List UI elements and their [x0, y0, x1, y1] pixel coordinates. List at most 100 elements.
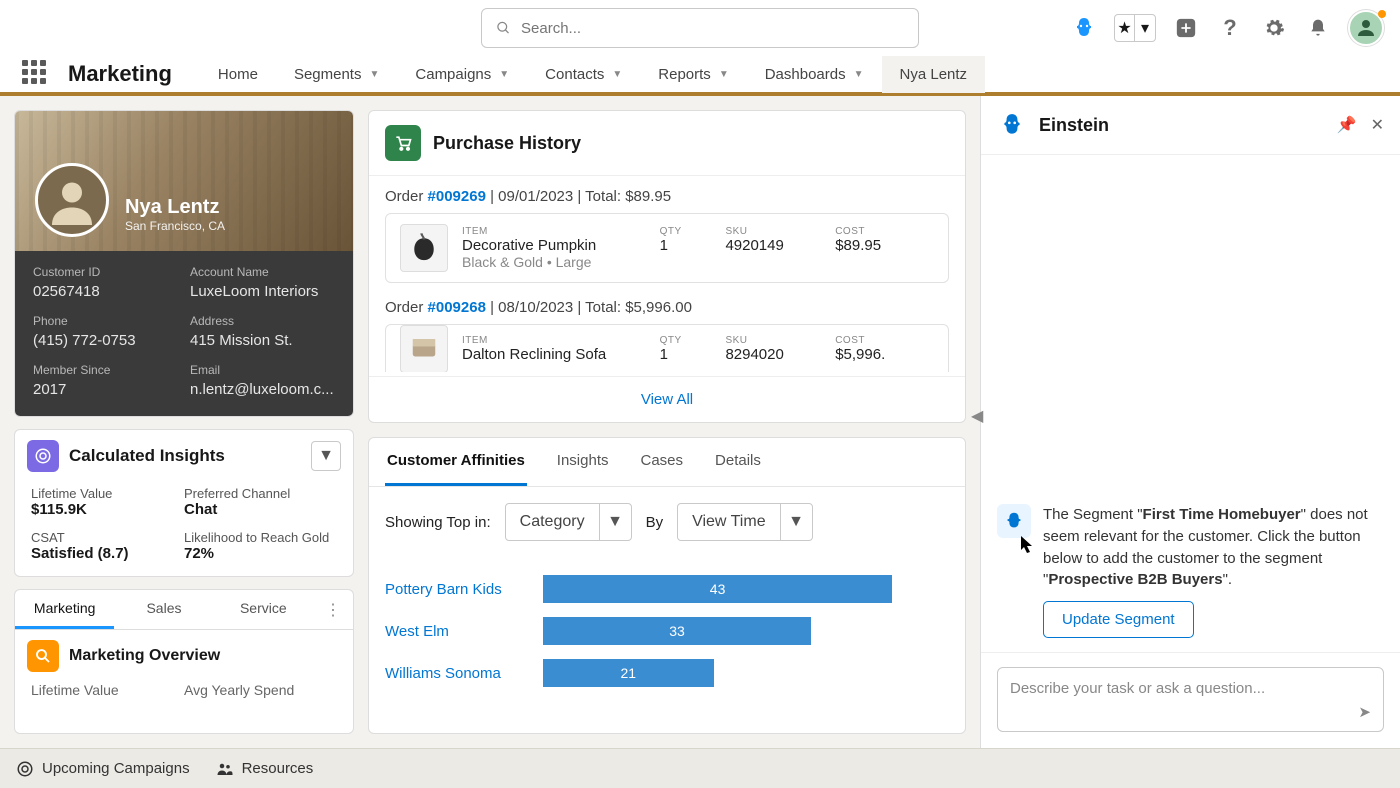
metric-csat: Satisfied (8.7) [31, 545, 184, 562]
primary-nav: Marketing Home Segments▼ Campaigns▼ Cont… [0, 56, 1400, 96]
contact-location: San Francisco, CA [125, 219, 225, 233]
chevron-down-icon: ▼ [599, 504, 631, 540]
item-thumbnail [400, 224, 448, 272]
star-icon: ★ [1117, 18, 1131, 38]
contact-name: Nya Lentz [125, 196, 225, 219]
chart-category-link[interactable]: West Elm [385, 623, 525, 640]
user-avatar[interactable] [1348, 10, 1384, 46]
affinities-chart: Pottery Barn Kids 43 West Elm 33 Williams … [369, 557, 965, 717]
nav-segments[interactable]: Segments▼ [276, 54, 397, 94]
chevron-down-icon: ▼ [719, 69, 729, 80]
item-qty: 1 [660, 346, 726, 363]
einstein-shortcut-icon[interactable] [1070, 14, 1098, 42]
nav-home[interactable]: Home [200, 54, 276, 94]
einstein-message: The Segment "First Time Homebuyer" does … [1043, 504, 1384, 638]
help-icon[interactable]: ? [1216, 14, 1244, 42]
people-icon [216, 760, 234, 778]
item-name: Decorative Pumpkin [462, 237, 660, 254]
marketing-panel: Marketing Sales Service ⋮ Marketing Over… [14, 589, 354, 734]
resources-button[interactable]: Resources [216, 760, 314, 778]
einstein-icon [997, 110, 1027, 140]
target-icon [16, 760, 34, 778]
cursor-icon [1021, 536, 1035, 554]
chart-bar: 21 [543, 659, 714, 687]
tab-marketing[interactable]: Marketing [15, 590, 114, 629]
global-header: ★ ▾ ? [0, 0, 1400, 56]
purchase-history-title: Purchase History [433, 133, 581, 154]
app-name: Marketing [68, 61, 172, 87]
chart-category-link[interactable]: Pottery Barn Kids [385, 581, 525, 598]
category-select[interactable]: Category▼ [505, 503, 632, 541]
panel-collapse[interactable]: ◀ [971, 406, 983, 426]
order-item-row: ITEMDecorative PumpkinBlack & Gold • Lar… [385, 213, 949, 283]
profile-card: Nya Lentz San Francisco, CA Customer ID0… [14, 110, 354, 417]
chevron-down-icon: ▼ [612, 69, 622, 80]
account-name: LuxeLoom Interiors [190, 283, 335, 300]
search-icon [496, 20, 511, 36]
upcoming-campaigns-button[interactable]: Upcoming Campaigns [16, 760, 190, 778]
by-select[interactable]: View Time▼ [677, 503, 813, 541]
chart-bar: 43 [543, 575, 892, 603]
tab-service[interactable]: Service [214, 590, 313, 629]
tab-affinities[interactable]: Customer Affinities [385, 438, 527, 486]
chart-category-link[interactable]: Williams Sonoma [385, 665, 525, 682]
item-sku: 4920149 [725, 237, 835, 254]
nav-record-tab[interactable]: Nya Lentz [882, 53, 986, 93]
tab-sales[interactable]: Sales [114, 590, 213, 629]
nav-contacts[interactable]: Contacts▼ [527, 54, 640, 94]
order-item-row: ITEMDalton Reclining Sofa QTY1 SKU829402… [385, 324, 949, 372]
marketing-overview-title: Marketing Overview [69, 647, 220, 665]
app-launcher-icon[interactable] [22, 60, 50, 88]
metric-channel: Chat [184, 501, 337, 518]
nav-reports[interactable]: Reports▼ [640, 54, 746, 94]
phone: (415) 772-0753 [33, 332, 178, 349]
order-header: Order #009268 | 08/10/2023 | Total: $5,9… [385, 299, 949, 316]
chevron-down-icon: ▼ [854, 69, 864, 80]
close-icon[interactable]: ✕ [1371, 115, 1384, 135]
nav-dashboards[interactable]: Dashboards▼ [747, 54, 882, 94]
einstein-avatar-icon [997, 504, 1031, 538]
customer-id: 02567418 [33, 283, 178, 300]
tab-cases[interactable]: Cases [639, 438, 686, 486]
insights-card: Calculated Insights ▼ Lifetime Value$115… [14, 429, 354, 577]
item-cost: $89.95 [835, 237, 934, 254]
order-header: Order #009269 | 09/01/2023 | Total: $89.… [385, 188, 949, 205]
address: 415 Mission St. [190, 332, 335, 349]
metric-ltv: $115.9K [31, 501, 184, 518]
einstein-panel: ◀ Einstein 📌 ✕ The Segment "First Time H… [980, 96, 1400, 748]
metric-gold: 72% [184, 545, 337, 562]
contact-avatar [35, 163, 109, 237]
insights-title: Calculated Insights [69, 446, 301, 466]
global-search[interactable] [481, 8, 919, 48]
chart-bar: 33 [543, 617, 811, 645]
bell-icon[interactable] [1304, 14, 1332, 42]
tab-details[interactable]: Details [713, 438, 763, 486]
update-segment-button[interactable]: Update Segment [1043, 601, 1194, 638]
nav-campaigns[interactable]: Campaigns▼ [397, 54, 527, 94]
email: n.lentz@luxeloom.c... [190, 381, 335, 398]
einstein-input[interactable]: Describe your task or ask a question... … [997, 667, 1384, 732]
gear-icon[interactable] [1260, 14, 1288, 42]
favorites-combo[interactable]: ★ ▾ [1114, 14, 1156, 42]
tab-insights[interactable]: Insights [555, 438, 611, 486]
insights-menu-button[interactable]: ▼ [311, 441, 341, 471]
einstein-title: Einstein [1039, 115, 1325, 136]
item-qty: 1 [660, 237, 726, 254]
order-link[interactable]: #009269 [428, 188, 486, 205]
search-input[interactable] [521, 20, 904, 37]
cart-icon [385, 125, 421, 161]
chevron-down-icon: ▼ [369, 69, 379, 80]
view-all-link[interactable]: View All [369, 376, 965, 422]
chart-bar-row: Williams Sonoma 21 [385, 659, 949, 687]
item-thumbnail [400, 325, 448, 373]
tab-overflow[interactable]: ⋮ [313, 590, 353, 629]
order-link[interactable]: #009268 [428, 299, 486, 316]
send-icon[interactable]: ➤ [1358, 703, 1371, 721]
marketing-overview-icon [27, 640, 59, 672]
pin-icon[interactable]: 📌 [1337, 115, 1357, 135]
add-icon[interactable] [1172, 14, 1200, 42]
chevron-down-icon: ▼ [780, 504, 812, 540]
chevron-down-icon: ▾ [1141, 18, 1149, 38]
chart-bar-row: Pottery Barn Kids 43 [385, 575, 949, 603]
item-cost: $5,996. [835, 346, 934, 363]
